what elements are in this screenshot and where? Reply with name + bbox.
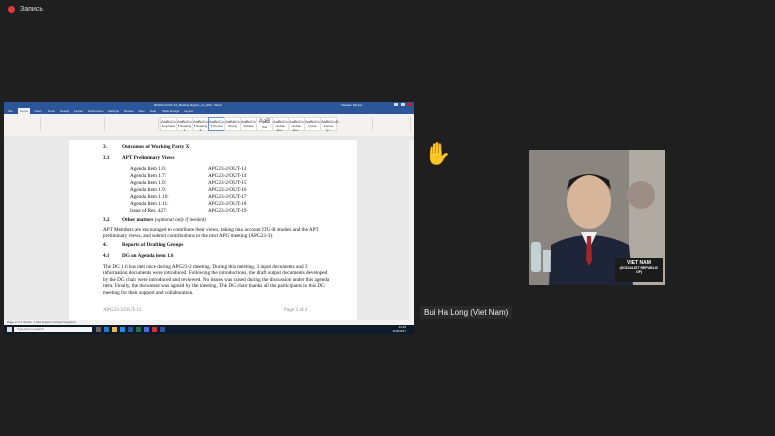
section-number: 3. bbox=[103, 144, 107, 150]
taskbar-search[interactable]: Type here to search bbox=[14, 327, 92, 332]
paragraph: The DG 1.6 has met once during APG23-2 m… bbox=[103, 264, 330, 296]
recording-label: Запись bbox=[20, 6, 43, 13]
section-heading: DG on Agenda item 1.6 bbox=[122, 253, 174, 259]
tab-help[interactable]: Help bbox=[150, 109, 156, 113]
style-strong[interactable]: AaBbCc Strong bbox=[224, 117, 241, 131]
tab-layout[interactable]: Layout bbox=[74, 109, 83, 113]
outlook-icon[interactable] bbox=[120, 327, 125, 332]
document-page[interactable]: 3. Outcomes of Working Party X 3.1 APT P… bbox=[69, 140, 357, 320]
maximize-icon[interactable] bbox=[401, 103, 405, 106]
style-title[interactable]: AaB Title bbox=[256, 117, 273, 131]
paragraph-group[interactable] bbox=[106, 117, 159, 131]
style-intense-quote[interactable]: AaBbCcD Intense Q... bbox=[320, 117, 339, 132]
section-number: 3.1 bbox=[103, 155, 110, 161]
raise-hand-icon: ✋ bbox=[424, 141, 452, 166]
section-note: (optional only if needed) bbox=[154, 217, 206, 223]
style-subtle-em-1[interactable]: AaBbCcD Subtle Em... bbox=[272, 117, 291, 132]
style-heading2[interactable]: AaBbCcD ¶ Heading 2 bbox=[192, 117, 211, 132]
section-heading: Outcomes of Working Party X bbox=[122, 144, 190, 150]
agenda-row: Agenda Item 1.11: APG23-2/OUT-18 bbox=[130, 201, 247, 207]
shared-screen: RFGM-2-OUT-12_Meeting Report_v1_ANA - Wo… bbox=[4, 102, 414, 334]
explorer-icon[interactable] bbox=[112, 327, 117, 332]
close-icon[interactable] bbox=[408, 103, 412, 106]
style-emphasis[interactable]: AaBbCcD Emphasis bbox=[160, 117, 179, 131]
agenda-row: Agenda Item 1.6: APG23-2/OUT-13 bbox=[130, 166, 247, 172]
section-heading: Other matters bbox=[122, 217, 154, 223]
style-quote[interactable]: AaBbCcD Quote bbox=[304, 117, 323, 131]
style-heading1[interactable]: AaBbCcD ¶ Heading 1 bbox=[176, 117, 195, 132]
style-normal[interactable]: AaBbCcD ¶ Normal bbox=[208, 117, 227, 131]
status-text: Page 2 of 4 Words: 1,012 English (United… bbox=[7, 320, 76, 324]
tab-view[interactable]: View bbox=[138, 109, 144, 113]
word-window-icon[interactable] bbox=[160, 327, 165, 332]
excel-icon[interactable] bbox=[136, 327, 141, 332]
tab-review[interactable]: Review bbox=[124, 109, 134, 113]
zoom-icon[interactable] bbox=[144, 327, 149, 332]
voice-editor-group[interactable] bbox=[374, 117, 411, 131]
windows-taskbar: Type here to search 14:45 2/28/2017 bbox=[4, 325, 414, 334]
tab-table-layout[interactable]: Layout bbox=[184, 109, 193, 113]
tab-insert[interactable]: Insert bbox=[34, 109, 42, 113]
footer-doc-id: APG23-2/OUT-12 bbox=[103, 307, 142, 313]
tab-mailings[interactable]: Mailings bbox=[108, 109, 119, 113]
style-subtitle[interactable]: AaBbCcD Subtitle bbox=[240, 117, 259, 131]
agenda-row: Agenda Item 1.7: APG23-2/OUT-14 bbox=[130, 173, 247, 179]
word-icon[interactable] bbox=[128, 327, 133, 332]
style-subtle-em-2[interactable]: AaBbCcD Subtle Em... bbox=[288, 117, 307, 132]
tab-table-design[interactable]: Table Design bbox=[162, 109, 179, 113]
section-number: 3.2 bbox=[103, 217, 110, 223]
editing-group[interactable] bbox=[352, 117, 373, 131]
windows-start-icon[interactable] bbox=[7, 327, 12, 332]
paragraph: APT Members are encouraged to contribute… bbox=[103, 227, 319, 240]
agenda-row: Issue of Res. 427: APG23-2/OUT-19 bbox=[130, 208, 247, 214]
section-heading: Reports of Drafting Groups bbox=[122, 242, 184, 248]
tab-references[interactable]: References bbox=[88, 109, 103, 113]
agenda-row: Agenda Item 1.9: APG23-2/OUT-16 bbox=[130, 187, 247, 193]
tab-file[interactable]: File bbox=[8, 109, 13, 113]
taskbar-clock[interactable]: 14:45 2/28/2017 bbox=[393, 325, 406, 333]
recording-indicator: Запись bbox=[8, 6, 43, 13]
minimize-icon[interactable] bbox=[394, 103, 398, 106]
footer-page-number: Page 2 of 4 bbox=[284, 307, 308, 313]
user-name: Vietnam Person bbox=[341, 103, 363, 107]
task-view-icon[interactable] bbox=[96, 327, 101, 332]
section-number: 4. bbox=[103, 242, 107, 248]
country-placard: VIET NAM (SOCIALIST REPUBLIC OF) bbox=[619, 260, 659, 274]
tab-draw[interactable]: Draw bbox=[48, 109, 55, 113]
font-group[interactable] bbox=[42, 117, 105, 131]
document-area[interactable]: 3. Outcomes of Working Party X 3.1 APT P… bbox=[4, 140, 414, 320]
ribbon: AaBbCcD Emphasis AaBbCcD ¶ Heading 1 AaBbC… bbox=[4, 114, 414, 137]
participant-name-label: Bui Ha Long (Viet Nam) bbox=[420, 306, 513, 319]
powerpoint-icon[interactable] bbox=[152, 327, 157, 332]
tab-design[interactable]: Design bbox=[60, 109, 69, 113]
section-number: 4.1 bbox=[103, 253, 110, 259]
vertical-scrollbar[interactable] bbox=[409, 140, 414, 320]
participant-video: VIET NAM (SOCIALIST REPUBLIC OF) bbox=[529, 150, 665, 285]
window-title: RFGM-2-OUT-12_Meeting Report_v1_ANA - Wo… bbox=[154, 103, 222, 107]
agenda-row: Agenda Item 1.10: APG23-2/OUT-17 bbox=[130, 194, 247, 200]
clipboard-group[interactable] bbox=[6, 117, 41, 131]
section-heading: APT Preliminary Views bbox=[122, 155, 175, 161]
record-dot-icon bbox=[8, 6, 15, 13]
edge-icon[interactable] bbox=[104, 327, 109, 332]
agenda-row: Agenda Item 1.8: APG23-2/OUT-15 bbox=[130, 180, 247, 186]
